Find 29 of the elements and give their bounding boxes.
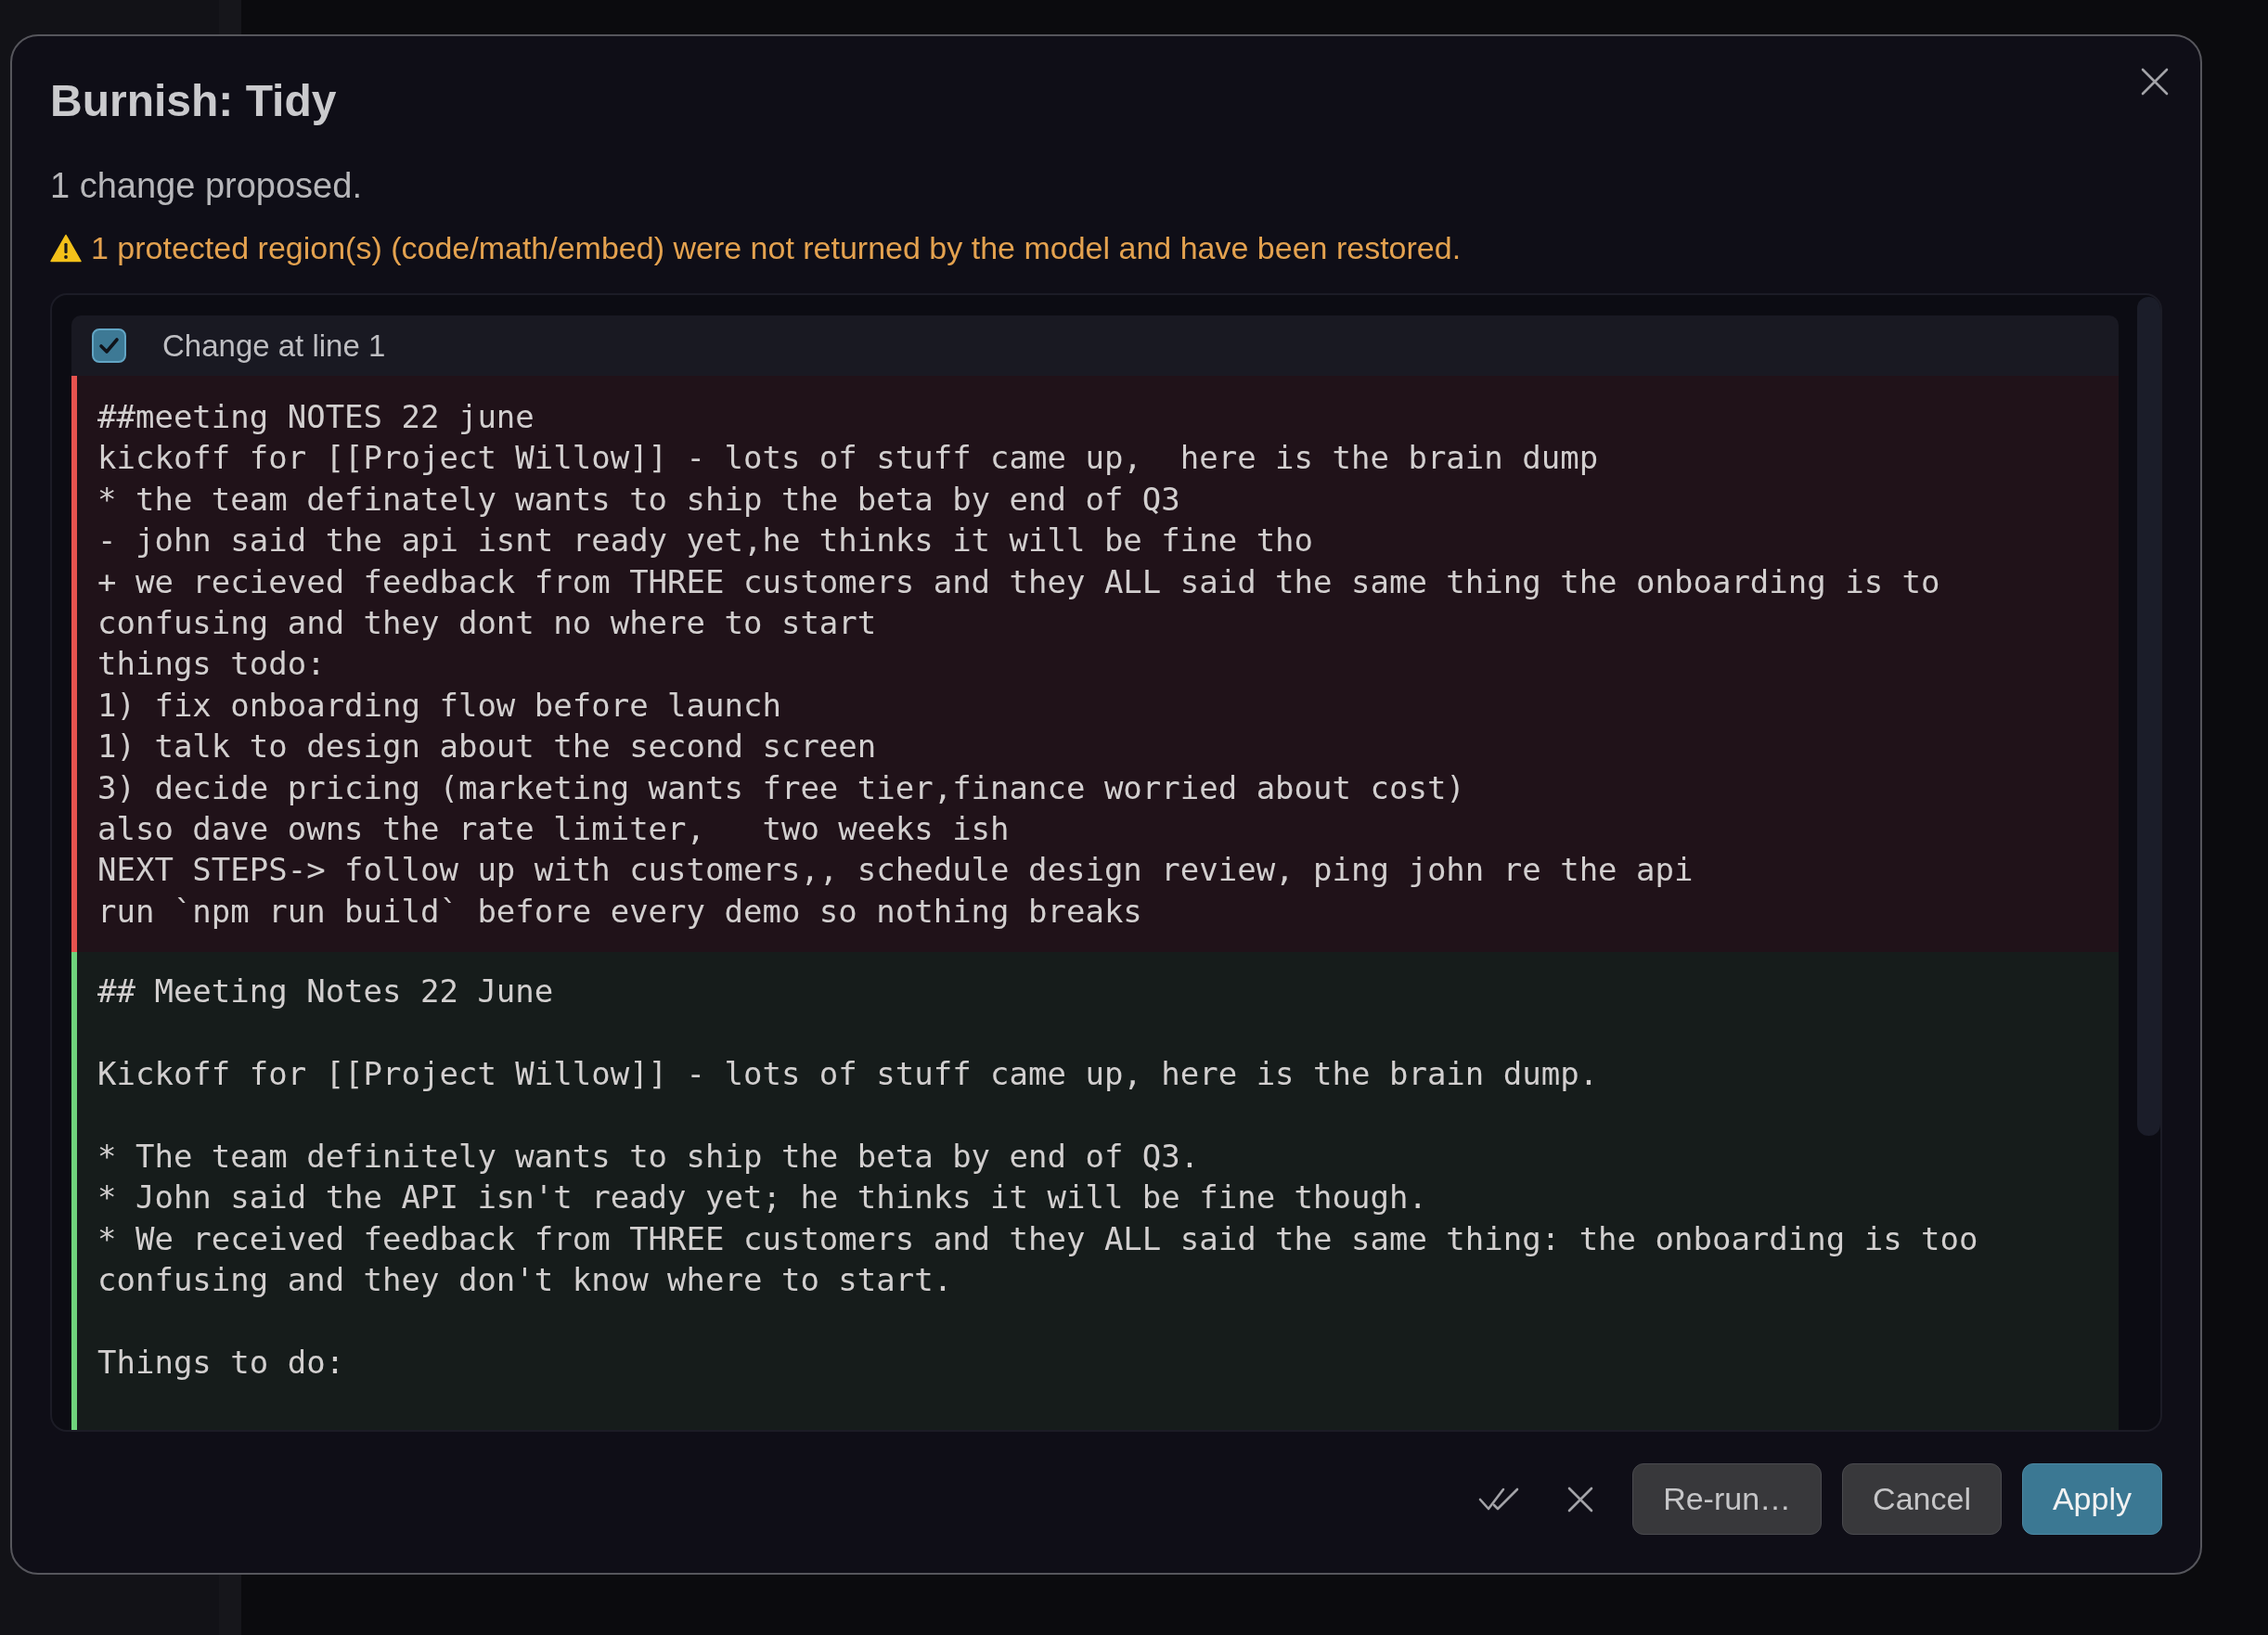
removed-line: 1) fix onboarding flow before launch [97, 685, 781, 726]
warning-icon [50, 233, 82, 263]
removed-line: also dave owns the rate limiter, two weeks ish [97, 809, 1010, 850]
removed-line: things todo: [97, 644, 326, 685]
added-line: * The team definitely wants to ship the beta by end of Q3. [97, 1136, 1200, 1177]
removed-line: 1) talk to design about the second screen [97, 727, 877, 767]
removed-line: - john said the api isnt ready yet,he thinks it will be fine tho [97, 521, 1314, 561]
removed-line: * the team definately wants to ship the beta by end of Q3 [97, 479, 1180, 520]
removed-line: run `npm run build` before every demo so nothing breaks [97, 891, 1142, 932]
added-line: ## Meeting Notes 22 June [97, 972, 554, 1012]
removed-line: ##meeting NOTES 22 june [97, 397, 535, 437]
cross-icon[interactable] [1567, 1486, 1594, 1513]
action-button[interactable]: Apply [2021, 1463, 2162, 1535]
removed-line: NEXT STEPS-> follow up with customers,, schedule design review, ping john re the api [97, 850, 1694, 891]
action-button[interactable]: Cancel [1842, 1463, 2002, 1535]
checkbox[interactable] [92, 328, 126, 363]
summary-text: 1 change proposed. [50, 165, 363, 206]
warning-text: 1 protected region(s) (code/math/embed) were not returned by the model and have been restored. [91, 229, 1462, 267]
added-line: Kickoff for [[Project Willow]] - lots of stuff came up, here is the brain dump. [97, 1054, 1599, 1095]
removed-line: 3) decide pricing (marketing wants free tier,finance worried about cost) [97, 767, 1465, 808]
dialog-title: Burnish: Tidy [50, 75, 337, 127]
change-label: Change at line 1 [162, 327, 386, 365]
added-line: * We received feedback from THREE customers and they ALL said the same thing: the onboarding is too confusing and they don't know where to start. [97, 1218, 1979, 1301]
removed-line: kickoff for [[Project Willow]] - lots of stuff came up, here is the brain dump [97, 438, 1599, 479]
double-check-icon[interactable] [1478, 1486, 1520, 1513]
close-icon[interactable] [2141, 68, 2169, 96]
added-line: Things to do: [97, 1342, 345, 1383]
added-line: * John said the API isn't ready yet; he thinks it will be fine though. [97, 1178, 1427, 1218]
action-button[interactable]: Re-run… [1632, 1463, 1823, 1535]
